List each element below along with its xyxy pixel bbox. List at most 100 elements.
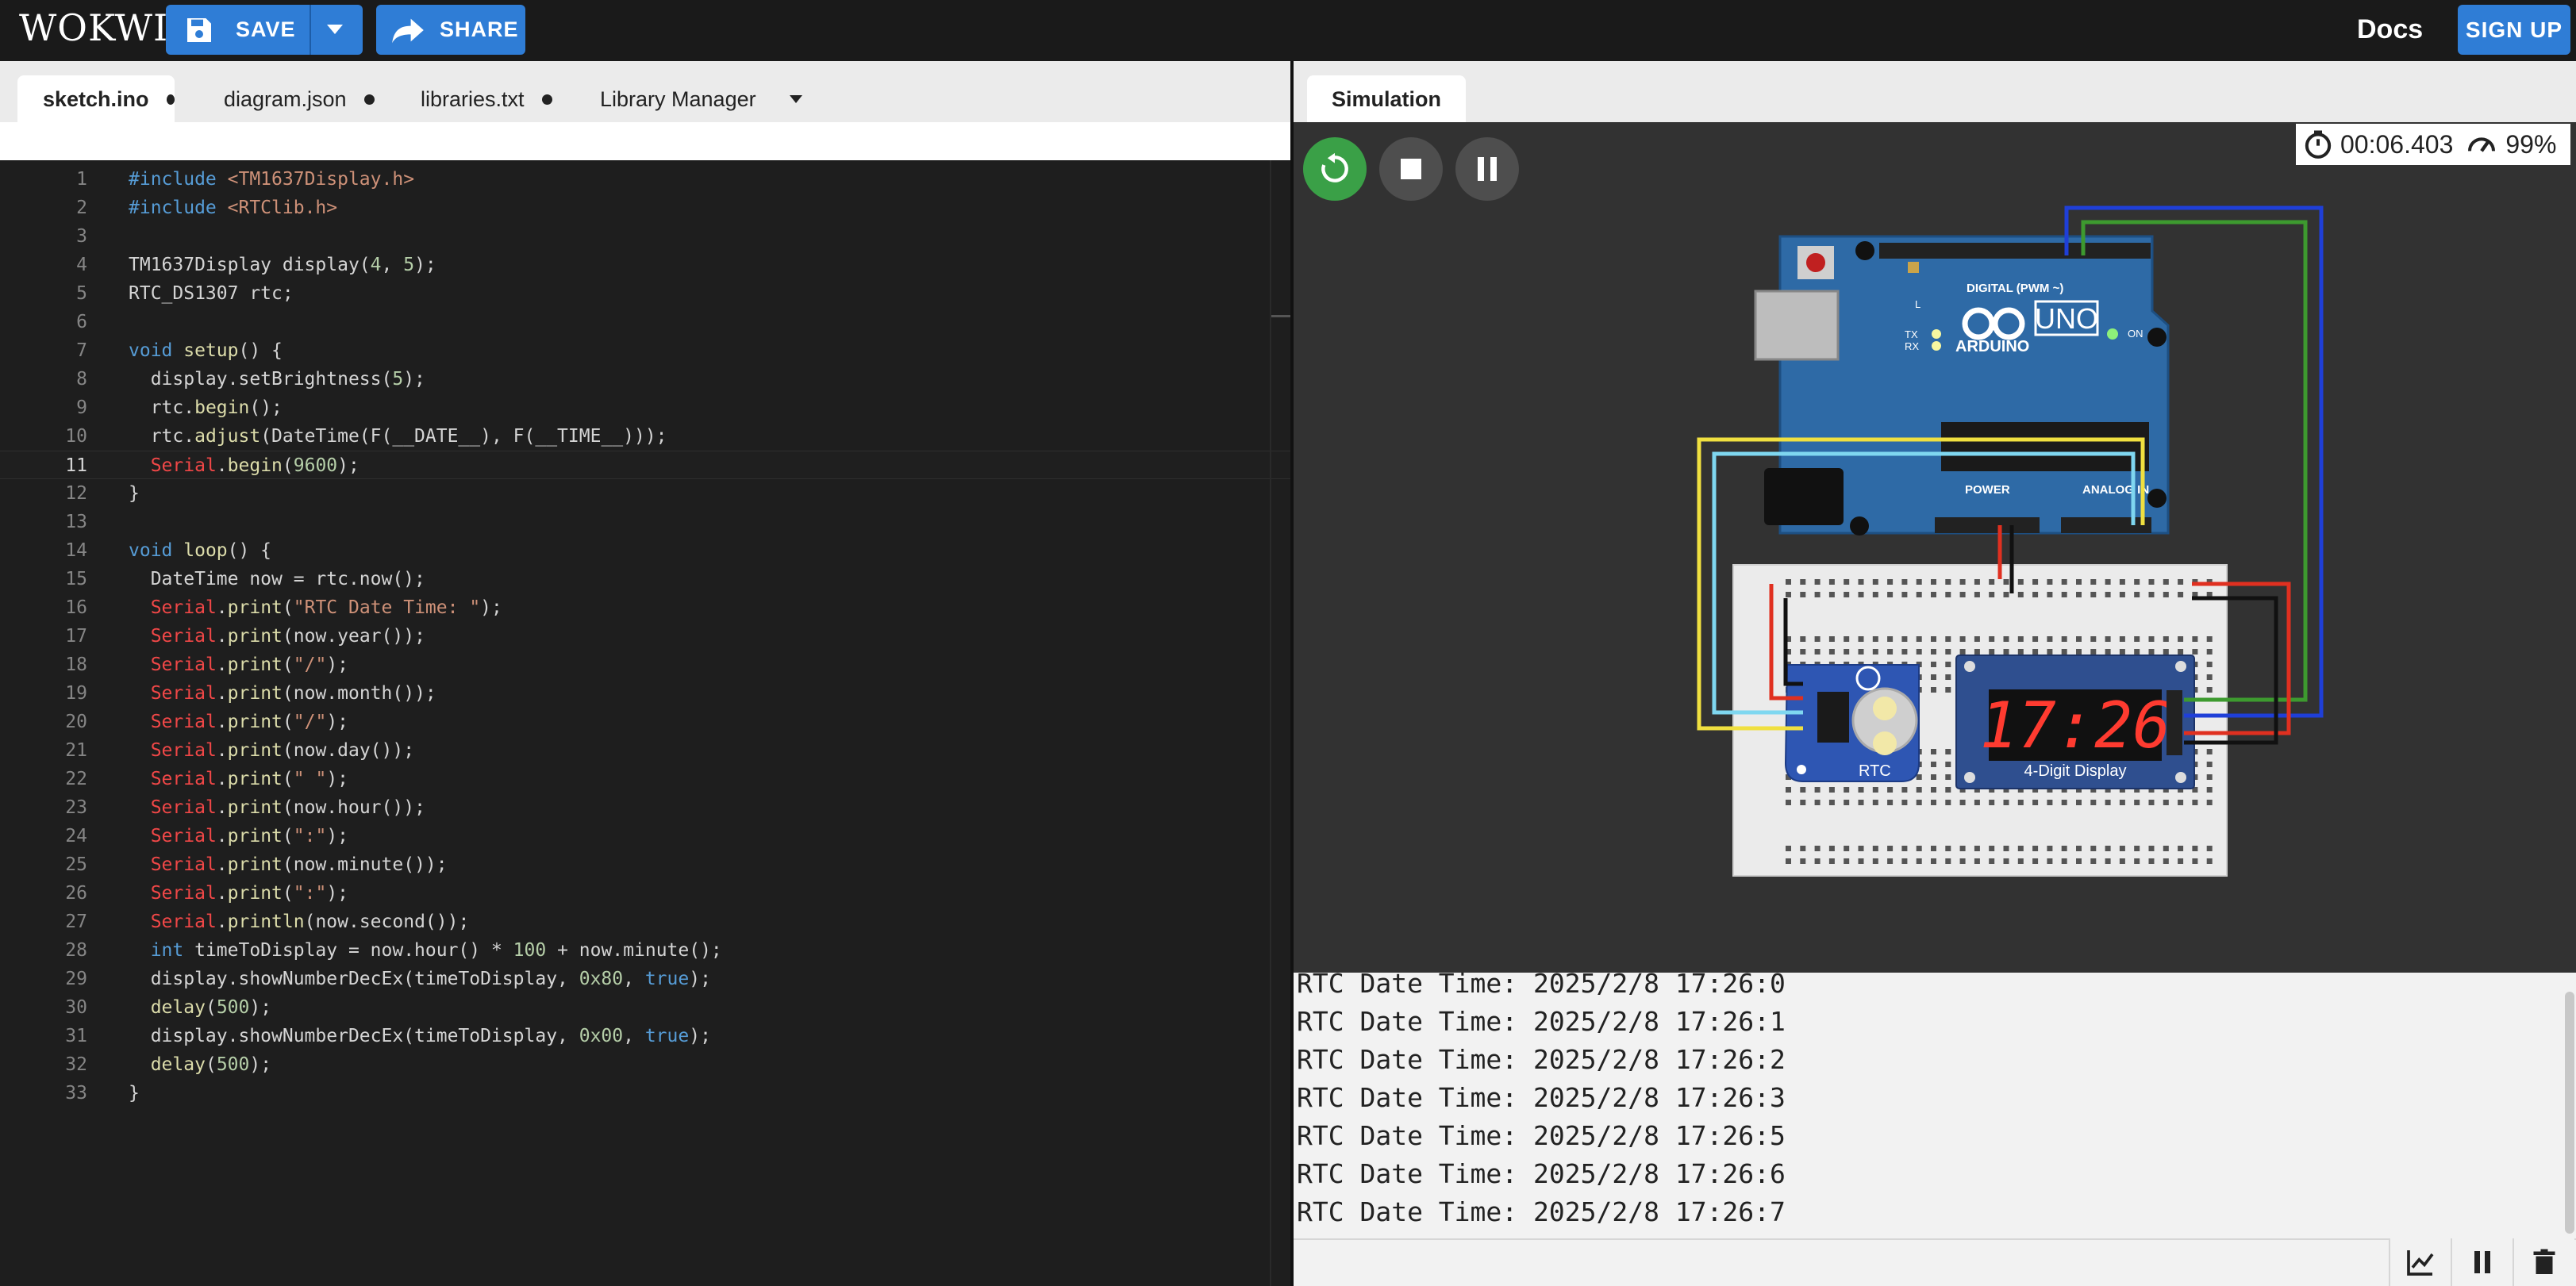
code-text: void loop() { — [129, 540, 272, 561]
serial-line: RTC Date Time: 2025/2/8 17:26:7 — [1297, 1196, 1786, 1227]
wokwi-logo[interactable]: WOKWI — [19, 6, 168, 49]
code-text: Serial.print("RTC Date Time: "); — [150, 597, 502, 618]
code-line[interactable]: 18 Serial.print("/"); — [0, 651, 1290, 679]
tab-library-manager[interactable]: Library Manager — [600, 75, 756, 123]
circuit-diagram[interactable]: UNO ARDUINO DIGITAL (PWM ~) POWER ANALOG… — [1690, 198, 2349, 889]
code-line[interactable]: 14 void loop() { — [0, 536, 1290, 565]
restart-button[interactable] — [1303, 137, 1367, 201]
code-text: int timeToDisplay = now.hour() * 100 + n… — [150, 940, 722, 961]
code-line[interactable]: 29 display.showNumberDecEx(timeToDisplay… — [0, 965, 1290, 993]
line-number: 19 — [65, 683, 87, 704]
code-line[interactable]: 12} — [0, 479, 1290, 508]
code-line[interactable]: 28 int timeToDisplay = now.hour() * 100 … — [0, 936, 1290, 965]
display-digits: 17:26 — [1980, 689, 2171, 762]
code-line[interactable]: 33} — [0, 1079, 1290, 1107]
line-number: 27 — [65, 912, 87, 932]
code-line[interactable]: 2 #include <RTClib.h> — [0, 194, 1290, 222]
rx-label: RX — [1905, 340, 1919, 352]
code-line[interactable]: 5 RTC_DS1307 rtc; — [0, 279, 1290, 308]
tab-diagram-json[interactable]: diagram.json — [224, 75, 375, 123]
code-text: Serial.print("/"); — [150, 655, 349, 675]
save-button[interactable]: SAVE — [166, 5, 363, 55]
save-icon — [187, 17, 211, 42]
editor-scroll-marker — [1271, 315, 1290, 317]
code-line[interactable]: 30 delay(500); — [0, 993, 1290, 1022]
tx-label: TX — [1905, 328, 1918, 340]
code-line[interactable]: 3 — [0, 222, 1290, 251]
code-line[interactable]: 16 Serial.print("RTC Date Time: "); — [0, 593, 1290, 622]
serial-pause-button[interactable] — [2451, 1238, 2513, 1286]
power-header — [1935, 517, 2040, 533]
code-text: Serial.print(now.day()); — [150, 740, 415, 761]
code-line[interactable]: 17 Serial.print(now.year()); — [0, 622, 1290, 651]
sim-speed: 99% — [2505, 129, 2557, 159]
code-line[interactable]: 26 Serial.print(":"); — [0, 879, 1290, 908]
docs-link[interactable]: Docs — [2357, 14, 2423, 45]
analog-header — [2061, 517, 2151, 533]
code-text: Serial.print(now.year()); — [150, 626, 425, 647]
code-line[interactable]: 27 Serial.println(now.second()); — [0, 908, 1290, 936]
tab-sketch-ino[interactable]: sketch.ino — [17, 75, 175, 123]
code-line[interactable]: 22 Serial.print(" "); — [0, 765, 1290, 793]
tab-label: sketch.ino — [43, 86, 149, 111]
code-line[interactable]: 25 Serial.print(now.minute()); — [0, 850, 1290, 879]
code-line[interactable]: 6 — [0, 308, 1290, 336]
serial-scrollbar[interactable] — [2565, 992, 2574, 1234]
code-text: #include <RTClib.h> — [129, 198, 338, 218]
signup-button[interactable]: SIGN UP — [2458, 5, 2570, 55]
rtc-module[interactable]: RTC — [1784, 664, 1920, 782]
line-number: 29 — [65, 969, 87, 989]
modified-dot-icon — [166, 94, 175, 105]
code-line[interactable]: 15 DateTime now = rtc.now(); — [0, 565, 1290, 593]
code-line[interactable]: 24 Serial.print(":"); — [0, 822, 1290, 850]
serial-line: RTC Date Time: 2025/2/8 17:26:3 — [1297, 1082, 1786, 1113]
code-line[interactable]: 11 Serial.begin(9600); — [0, 451, 1290, 479]
editor-scrollbar[interactable] — [1270, 160, 1271, 1286]
code-text: } — [129, 483, 140, 504]
tm1637-display[interactable]: 17:26 4-Digit Display — [1955, 655, 2195, 789]
line-number: 31 — [65, 1026, 87, 1046]
serial-clear-button[interactable] — [2513, 1238, 2574, 1286]
serial-monitor[interactable]: RTC Date Time: 2025/2/8 17:26:0 RTC Date … — [1294, 973, 2576, 1238]
stop-button[interactable] — [1379, 137, 1443, 201]
code-text: display.showNumberDecEx(timeToDisplay, 0… — [129, 1026, 711, 1046]
code-line[interactable]: 9 rtc.begin(); — [0, 393, 1290, 422]
plotter-button[interactable] — [2389, 1238, 2451, 1286]
code-text: delay(500); — [150, 1054, 272, 1075]
code-text: Serial.print(now.hour()); — [150, 797, 425, 818]
line-number: 18 — [65, 655, 87, 675]
tab-menu-chevron-icon[interactable] — [790, 95, 802, 103]
line-number: 24 — [65, 826, 87, 846]
code-line[interactable]: 20 Serial.print("/"); — [0, 708, 1290, 736]
pause-button[interactable] — [1455, 137, 1519, 201]
code-line[interactable]: 19 Serial.print(now.month()); — [0, 679, 1290, 708]
code-line[interactable]: 10 rtc.adjust(DateTime(F(__DATE__), F(__… — [0, 422, 1290, 451]
serial-line: RTC Date Time: 2025/2/8 17:26:0 — [1297, 973, 1786, 999]
line-number: 2 — [76, 198, 87, 218]
line-number: 7 — [76, 340, 87, 361]
tab-simulation[interactable]: Simulation — [1307, 75, 1466, 123]
code-text: #include <TM1637Display.h> — [129, 169, 415, 190]
code-line[interactable]: 21 Serial.print(now.day()); — [0, 736, 1290, 765]
code-line[interactable]: 7 void setup() { — [0, 336, 1290, 365]
chevron-down-icon[interactable] — [327, 25, 343, 34]
save-label: SAVE — [236, 17, 296, 41]
line-number: 20 — [65, 712, 87, 732]
code-text: rtc.begin(); — [129, 397, 283, 418]
code-line[interactable]: 31 display.showNumberDecEx(timeToDisplay… — [0, 1022, 1290, 1050]
code-text: Serial.print(now.month()); — [150, 683, 436, 704]
tab-libraries-txt[interactable]: libraries.txt — [421, 75, 552, 123]
code-line[interactable]: 32 delay(500); — [0, 1050, 1290, 1079]
line-number: 22 — [65, 769, 87, 789]
code-line[interactable]: 8 display.setBrightness(5); — [0, 365, 1290, 393]
code-line[interactable]: 4 TM1637Display display(4, 5); — [0, 251, 1290, 279]
code-line[interactable]: 13 — [0, 508, 1290, 536]
arduino-uno-board[interactable]: UNO ARDUINO DIGITAL (PWM ~) POWER ANALOG… — [1754, 235, 2170, 536]
clear-icon — [2533, 1249, 2555, 1274]
serial-input-bar[interactable] — [1294, 1238, 2576, 1286]
editor-tab-bar: sketch.ino diagram.json libraries.txt Li… — [0, 61, 1290, 123]
atmega-chip — [1941, 422, 2149, 471]
code-line[interactable]: 1 #include <TM1637Display.h> — [0, 165, 1290, 194]
share-button[interactable]: SHARE — [376, 5, 525, 55]
code-line[interactable]: 23 Serial.print(now.hour()); — [0, 793, 1290, 822]
